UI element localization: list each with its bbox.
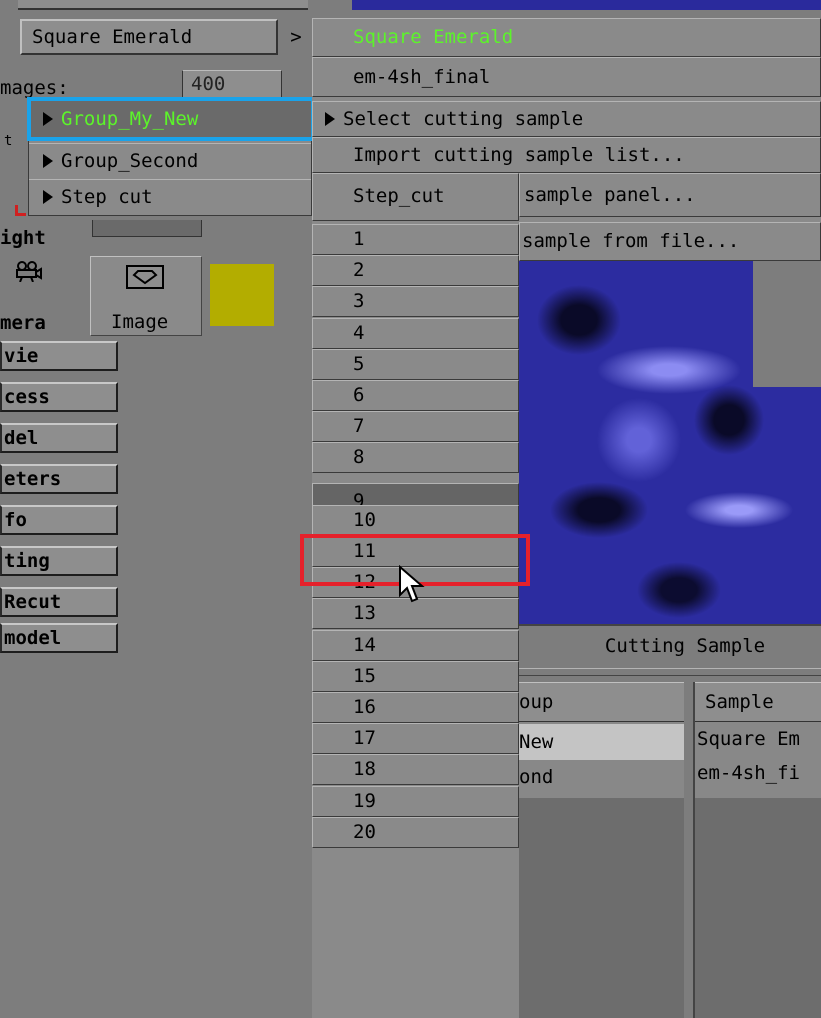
- number-menu-item-4[interactable]: 4: [312, 318, 519, 349]
- sample-menu-item-sample-from-file[interactable]: sample from file...: [519, 222, 821, 261]
- cutting-sample-title: Cutting Sample: [519, 624, 821, 666]
- color-swatch[interactable]: [210, 264, 274, 326]
- number-menu-item-7[interactable]: 7: [312, 411, 519, 442]
- number-menu-item-16[interactable]: 16: [312, 692, 519, 723]
- mouse-cursor-icon: [398, 564, 428, 607]
- side-button-process[interactable]: cess: [0, 382, 118, 412]
- side-button-cutting[interactable]: ting: [0, 546, 118, 576]
- group-column-empty: [519, 798, 684, 1018]
- triangle-right-icon: [325, 112, 335, 126]
- number-menu-item-6[interactable]: 6: [312, 380, 519, 411]
- group-column-header: oup: [519, 682, 684, 722]
- sample-menu-item-select-cutting-sample[interactable]: Select cutting sample: [312, 101, 821, 137]
- side-button-model-2[interactable]: model: [0, 623, 118, 653]
- sample-column: Sample Square Em em-4sh_fi: [693, 682, 821, 1018]
- sample-column-header: Sample: [695, 682, 821, 722]
- number-menu-header-step-cut: Step_cut: [312, 173, 519, 221]
- sample-menu-item-em-4sh-final[interactable]: em-4sh_final: [312, 57, 821, 97]
- number-menu-item-17[interactable]: 17: [312, 723, 519, 754]
- gem-preview-image: [519, 260, 821, 624]
- cutting-sample-panel: Cutting Sample oup New ond Sample Square…: [519, 624, 821, 1018]
- images-count-value: 400: [191, 73, 226, 95]
- sample-selector-label: Square Emerald: [32, 26, 193, 48]
- number-menu-item-18[interactable]: 18: [312, 754, 519, 785]
- red-mark-icon: [15, 205, 26, 216]
- side-button-model[interactable]: del: [0, 423, 118, 453]
- side-button-movie[interactable]: vie: [0, 341, 118, 371]
- number-menu-item-14[interactable]: 14: [312, 630, 519, 661]
- number-menu-item-5[interactable]: 5: [312, 349, 519, 380]
- group-row[interactable]: ond: [519, 762, 684, 798]
- group-menu-item-step-cut[interactable]: Step cut: [29, 179, 311, 213]
- number-menu-item-2[interactable]: 2: [312, 255, 519, 286]
- sample-row[interactable]: Square Em: [697, 728, 800, 750]
- number-menu-item-15[interactable]: 15: [312, 661, 519, 692]
- side-button-recut[interactable]: Recut: [0, 587, 118, 617]
- images-label: mages:: [0, 77, 69, 99]
- image-mode-button[interactable]: Image: [90, 256, 202, 336]
- number-menu-item-19[interactable]: 19: [312, 786, 519, 817]
- camera-label: mera: [0, 312, 46, 334]
- group-row-selected[interactable]: New: [519, 724, 684, 760]
- images-count-field[interactable]: 400: [182, 70, 282, 98]
- triangle-right-icon: [43, 190, 53, 204]
- chevron-right-icon: >: [290, 26, 302, 48]
- group-menu-item-second[interactable]: Group_Second: [29, 143, 311, 177]
- light-slider[interactable]: [92, 220, 202, 237]
- gem-preview-top: [352, 0, 821, 10]
- side-button-parameters[interactable]: eters: [0, 464, 118, 494]
- panel-divider: [519, 668, 821, 676]
- diamond-icon: [126, 265, 164, 289]
- number-menu-item-10[interactable]: 10: [312, 505, 519, 536]
- triangle-right-icon: [43, 154, 53, 168]
- sample-selector-arrow[interactable]: >: [280, 19, 312, 55]
- number-menu-item-1[interactable]: 1: [312, 224, 519, 255]
- sample-menu-item-square-emerald[interactable]: Square Emerald: [312, 18, 821, 57]
- group-focus-highlight: [27, 97, 315, 141]
- number-menu-item-20[interactable]: 20: [312, 817, 519, 848]
- left-fragment-t: t: [4, 133, 13, 149]
- number-menu-item-3[interactable]: 3: [312, 286, 519, 317]
- side-button-info[interactable]: fo: [0, 505, 118, 535]
- sample-menu-item-import-list[interactable]: Import cutting sample list...: [312, 137, 821, 173]
- sample-selector[interactable]: Square Emerald: [20, 19, 278, 55]
- camera-icon[interactable]: [12, 260, 42, 283]
- group-column: oup New ond: [519, 682, 684, 1018]
- top-sliver: [18, 0, 308, 10]
- sample-menu-item-sample-panel[interactable]: sample panel...: [519, 173, 821, 217]
- number-menu-item-8[interactable]: 8: [312, 442, 519, 473]
- image-label: Image: [111, 311, 169, 333]
- gray-overlay-box: [753, 260, 821, 387]
- sample-row[interactable]: em-4sh_fi: [697, 762, 800, 784]
- light-label: ight: [0, 227, 46, 249]
